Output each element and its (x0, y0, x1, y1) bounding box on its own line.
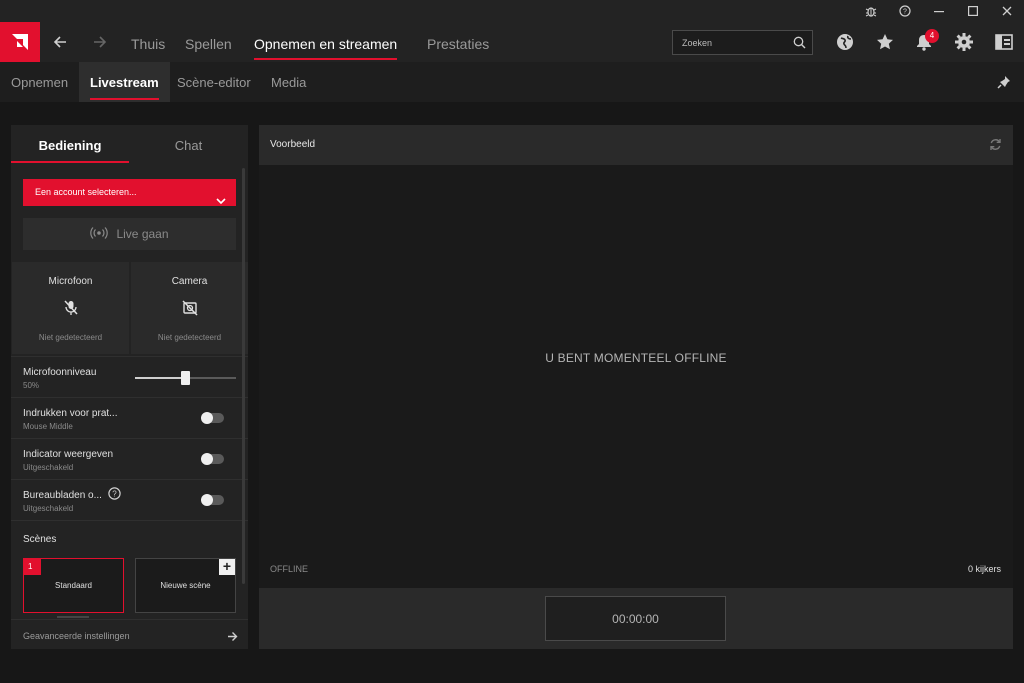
active-underline (254, 58, 398, 60)
nav-item-spellen[interactable]: Spellen (185, 22, 232, 62)
indicator-row: Indicator weergeven Uitgeschakeld (11, 438, 248, 479)
active-underline (90, 98, 159, 100)
panel-scrollbar[interactable] (242, 168, 245, 584)
scene-scroll-indicator (57, 616, 89, 618)
pin-icon[interactable] (997, 75, 1011, 94)
preview-panel: Voorbeeld U BENT MOMENTEEL OFFLINE OFFLI… (259, 125, 1013, 649)
close-icon[interactable] (990, 0, 1024, 22)
preview-header: Voorbeeld (259, 125, 1013, 165)
tab-media[interactable]: Media (271, 62, 306, 102)
microphone-box[interactable]: Microfoon Niet gedetecteerd (12, 262, 129, 354)
indicator-title: Indicator weergeven (23, 449, 114, 460)
tab-livestream[interactable]: Livestream (79, 62, 170, 102)
arrow-right-icon (227, 629, 238, 647)
notification-badge: 4 (925, 29, 939, 43)
gear-icon[interactable] (952, 30, 976, 54)
mic-level-title: Microfoonniveau (23, 367, 97, 378)
push-to-talk-key: Mouse Middle (23, 422, 73, 431)
help-icon[interactable]: ? (108, 487, 121, 505)
divider (11, 520, 248, 521)
push-to-talk-toggle[interactable] (201, 412, 224, 424)
tab-chat[interactable]: Chat (129, 125, 248, 163)
microphone-title: Microfoon (48, 276, 93, 287)
nav-item-label: Opnemen en streamen (254, 36, 398, 52)
mic-level-row: Microfoonniveau 50% (11, 356, 248, 397)
tab-scene-editor[interactable]: Scène-editor (177, 62, 251, 102)
main-nav: Thuis Spellen Opnemen en streamen Presta… (0, 22, 1024, 62)
amd-logo[interactable] (0, 22, 40, 62)
title-bar: ? (0, 0, 1024, 22)
indicator-toggle[interactable] (201, 453, 224, 465)
go-live-label: Live gaan (116, 227, 169, 241)
preview-title: Voorbeeld (270, 139, 316, 150)
camera-status: Niet gedetecteerd (157, 333, 222, 342)
preview-footer: 00:00:00 (259, 588, 1013, 649)
scene-card-new[interactable]: + Nieuwe scène (135, 558, 236, 613)
svg-text:?: ? (903, 9, 907, 16)
nav-item-opnemen-en-streamen[interactable]: Opnemen en streamen (254, 22, 398, 62)
microphone-status: Niet gedetecteerd (38, 333, 103, 342)
nav-item-thuis[interactable]: Thuis (131, 22, 165, 62)
toggle-knob (201, 412, 213, 424)
toggle-knob (201, 453, 213, 465)
go-live-button[interactable]: Live gaan (23, 218, 236, 250)
refresh-icon[interactable] (989, 138, 1002, 156)
push-to-talk-row: Indrukken voor prat... Mouse Middle (11, 397, 248, 438)
search-icon[interactable] (793, 36, 806, 54)
tab-opnemen[interactable]: Opnemen (11, 62, 68, 102)
desktop-row: Bureaubladen o... Uitgeschakeld ? (11, 479, 248, 520)
plus-icon[interactable]: + (219, 559, 235, 575)
broadcast-icon (90, 226, 109, 242)
toggle-knob (201, 494, 213, 506)
scene-name: Nieuwe scène (160, 581, 211, 590)
mic-level-slider[interactable] (135, 371, 236, 385)
desktop-status: Uitgeschakeld (23, 504, 74, 513)
scenes-label: Scènes (23, 534, 57, 545)
desktop-title: Bureaubladen o... (23, 490, 102, 501)
scene-number: 1 (24, 559, 41, 575)
scene-name: Standaard (55, 581, 92, 590)
slider-thumb[interactable] (181, 371, 190, 385)
account-select-label: Een account selecteren... (35, 187, 137, 197)
bug-icon[interactable] (854, 0, 888, 22)
offline-message: U BENT MOMENTEEL OFFLINE (545, 351, 727, 365)
tab-label: Bediening (38, 138, 102, 153)
minimize-icon[interactable] (922, 0, 956, 22)
desktop-toggle[interactable] (201, 494, 224, 506)
chevron-down-icon (216, 189, 226, 216)
back-arrow-icon[interactable] (40, 22, 80, 62)
globe-icon[interactable] (833, 30, 857, 54)
mic-level-value: 50% (23, 381, 40, 390)
star-icon[interactable] (873, 30, 897, 54)
search-input[interactable] (673, 31, 783, 54)
control-panel: Bediening Chat Een account selecteren...… (11, 125, 248, 649)
stream-timer: 00:00:00 (545, 596, 726, 641)
slider-fill (135, 377, 186, 379)
indicator-status: Uitgeschakeld (23, 463, 74, 472)
sidebar-toggle-icon[interactable] (992, 30, 1016, 54)
active-underline (11, 161, 129, 163)
camera-title: Camera (171, 276, 208, 287)
viewer-count: 0 kijkers (967, 564, 1001, 574)
tab-label: Livestream (90, 75, 159, 90)
stream-status: OFFLINE (270, 564, 309, 574)
nav-item-prestaties[interactable]: Prestaties (427, 22, 489, 62)
tab-bediening[interactable]: Bediening (11, 125, 129, 163)
account-select[interactable]: Een account selecteren... (23, 179, 236, 206)
scene-card-standaard[interactable]: 1 Standaard (23, 558, 124, 613)
camera-off-icon (131, 300, 248, 316)
advanced-settings-link[interactable]: Geavanceerde instellingen (11, 619, 248, 649)
search-box (672, 30, 813, 55)
maximize-icon[interactable] (956, 0, 990, 22)
sub-nav: Opnemen Livestream Scène-editor Media (0, 62, 1024, 102)
help-icon[interactable]: ? (888, 0, 922, 22)
svg-text:?: ? (112, 489, 117, 498)
advanced-settings-label: Geavanceerde instellingen (23, 631, 130, 641)
camera-box[interactable]: Camera Niet gedetecteerd (131, 262, 248, 354)
mic-off-icon (12, 300, 129, 316)
push-to-talk-title: Indrukken voor prat... (23, 408, 118, 419)
forward-arrow-icon[interactable] (80, 22, 120, 62)
